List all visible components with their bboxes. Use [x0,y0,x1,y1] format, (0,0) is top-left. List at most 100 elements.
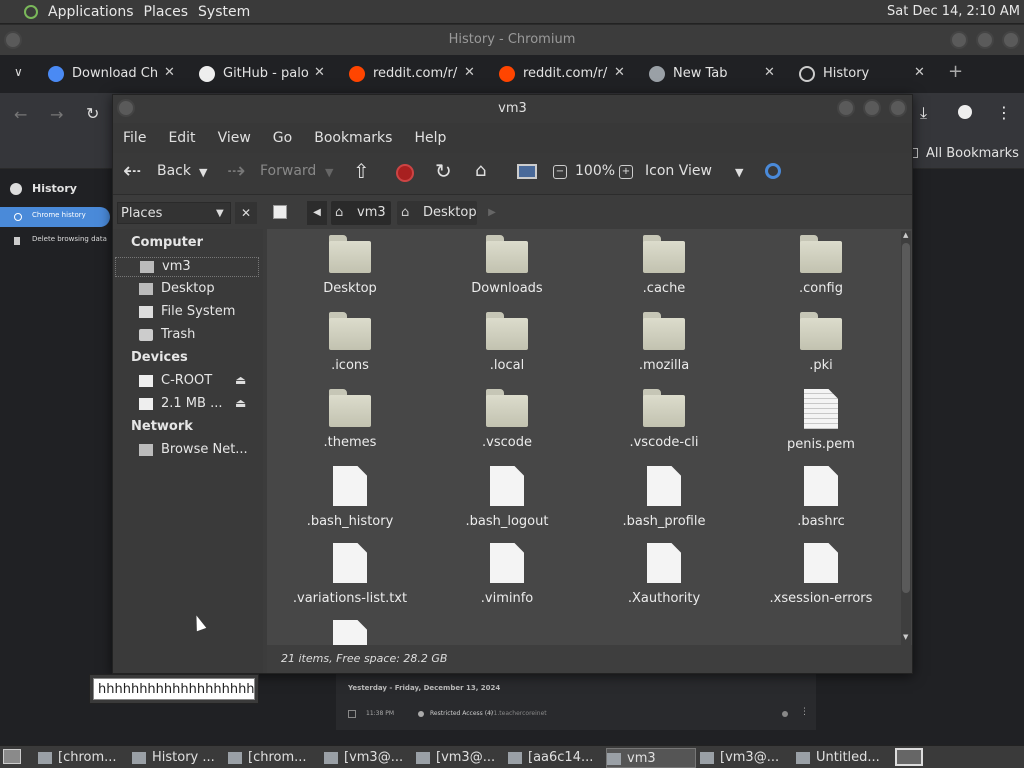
file-item[interactable]: .cache [589,235,739,296]
file-item[interactable]: .bashrc [746,466,896,529]
entry-menu-icon[interactable]: ⋮ [800,707,809,717]
window-menu-icon[interactable] [4,31,22,49]
back-button[interactable]: Back [157,163,191,179]
taskbar-item[interactable]: [aa6c14... [508,748,602,768]
close-button[interactable] [889,99,907,117]
taskbar-item[interactable]: [vm3@... [700,748,792,768]
menu-view[interactable]: View [218,130,251,146]
sidebar-item-delete-browsing-data[interactable]: Delete browsing data [0,231,110,251]
breadcrumb-right-icon[interactable]: ▶ [483,201,501,225]
taskbar-item[interactable]: [vm3@... [324,748,412,768]
download-icon[interactable]: ⤓ [920,103,927,123]
file-item[interactable]: .vscode-cli [589,389,739,450]
file-item[interactable]: .bash_history [275,466,425,529]
maximize-button[interactable] [863,99,881,117]
file-item[interactable]: penis.pem [746,389,896,452]
place-2mb-volume[interactable]: 2.1 MB ... [139,396,222,411]
zoom-in-icon[interactable]: + [619,165,633,179]
forward-arrow-icon[interactable]: ⇢ [227,159,245,184]
history-checkbox[interactable] [348,710,356,718]
place-browse-network[interactable]: Browse Net... [139,442,248,457]
tab-history[interactable]: History [799,59,911,89]
view-mode-select[interactable]: Icon View [645,163,712,179]
clock[interactable]: Sat Dec 14, 2:10 AM [887,4,1020,19]
tab-new-tab[interactable]: New Tab [649,59,761,89]
chromium-titlebar[interactable]: History - Chromium [0,25,1024,55]
view-mode-dropdown-icon[interactable]: ▼ [735,166,743,179]
history-entry-title[interactable]: Restricted Access (4) [430,710,493,717]
applications-menu[interactable]: Applications [48,4,134,20]
back-arrow-icon[interactable]: ⇠ [123,159,141,184]
system-menu[interactable]: System [198,4,250,20]
computer-icon[interactable] [517,164,537,179]
close-button[interactable] [1002,31,1020,49]
file-item[interactable]: .xsession-errors [746,543,896,606]
close-sidebar-icon[interactable]: ✕ [235,202,257,224]
file-item[interactable]: .pki [746,312,896,373]
file-item[interactable]: .mozilla [589,312,739,373]
place-desktop[interactable]: Desktop [139,281,215,296]
tab-reddit-1[interactable]: reddit.com/r/ [349,59,461,89]
menu-help[interactable]: Help [414,130,446,146]
taskbar-item[interactable]: [chrom... [228,748,320,768]
up-arrow-icon[interactable]: ⇧ [353,159,370,183]
file-manager-titlebar[interactable]: vm3 [113,95,912,123]
scroll-up-icon[interactable]: ▲ [903,231,908,239]
menu-file[interactable]: File [123,130,146,146]
forward-button[interactable]: Forward [260,163,316,179]
distro-logo-icon[interactable] [24,4,38,19]
home-icon[interactable]: ⌂ [475,160,486,181]
back-arrow-icon[interactable]: ← [14,105,27,124]
new-tab-icon[interactable]: + [948,61,963,82]
file-item[interactable]: .bash_logout [432,466,582,529]
sidebar-selector[interactable]: Places ▼ [117,202,231,224]
zoom-out-icon[interactable]: − [553,165,567,179]
profile-icon[interactable] [958,105,972,119]
back-dropdown-icon[interactable]: ▼ [199,166,207,179]
eject-icon[interactable]: ⏏ [235,396,246,410]
close-tab-icon[interactable]: ✕ [914,65,925,80]
file-item[interactable]: .Xauthority [589,543,739,606]
file-item[interactable]: .local [432,312,582,373]
tab-download-chromium[interactable]: Download Ch [48,59,160,89]
taskbar-item[interactable]: Untitled... [796,748,890,768]
eject-icon[interactable]: ⏏ [235,373,246,387]
close-tab-icon[interactable]: ✕ [464,65,475,80]
search-icon[interactable] [765,163,781,179]
forward-dropdown-icon[interactable]: ▼ [325,166,333,179]
file-item[interactable]: .viminfo [432,543,582,606]
forward-arrow-icon[interactable]: → [50,105,63,124]
close-tab-icon[interactable]: ✕ [614,65,625,80]
file-item[interactable]: .themes [275,389,425,450]
place-file-system[interactable]: File System [139,304,235,319]
file-item[interactable]: Desktop [275,235,425,296]
close-tab-icon[interactable]: ✕ [164,65,175,80]
taskbar-item[interactable]: History ... [132,748,224,768]
tab-search-chevron-icon[interactable]: ∨ [14,65,23,79]
file-item[interactable]: .config [746,235,896,296]
all-bookmarks-link[interactable]: All Bookmarks [926,146,1019,161]
taskbar-item[interactable]: [chrom... [38,748,128,768]
menu-go[interactable]: Go [273,130,292,146]
file-view[interactable]: Desktop Downloads .cache .config .icons .loca… [267,229,912,660]
scroll-thumb[interactable] [902,243,910,593]
file-item[interactable]: .variations-list.txt [275,543,425,606]
menu-edit[interactable]: Edit [168,130,195,146]
tab-github[interactable]: GitHub - palo [199,59,311,89]
minimize-button[interactable] [837,99,855,117]
breadcrumb-desktop[interactable]: ⌂ Desktop [397,201,477,225]
scroll-down-icon[interactable]: ▼ [903,633,908,641]
taskbar-item[interactable]: [vm3@... [416,748,504,768]
breadcrumb-vm3[interactable]: ⌂ vm3 [331,201,391,225]
close-tab-icon[interactable]: ✕ [764,65,775,80]
file-item[interactable]: .icons [275,312,425,373]
places-menu[interactable]: Places [144,4,189,20]
place-trash[interactable]: Trash [139,327,195,342]
reload-icon[interactable]: ↻ [435,159,452,183]
workspace-switcher-icon[interactable] [895,748,923,766]
taskbar-item[interactable]: vm3 [606,748,696,768]
sidebar-item-chrome-history[interactable]: Chrome history [0,207,110,227]
scrollbar[interactable]: ▲ ▼ [901,231,911,645]
breadcrumb-left-icon[interactable]: ◀ [307,201,327,225]
kebab-menu-icon[interactable]: ⋮ [996,103,1012,122]
